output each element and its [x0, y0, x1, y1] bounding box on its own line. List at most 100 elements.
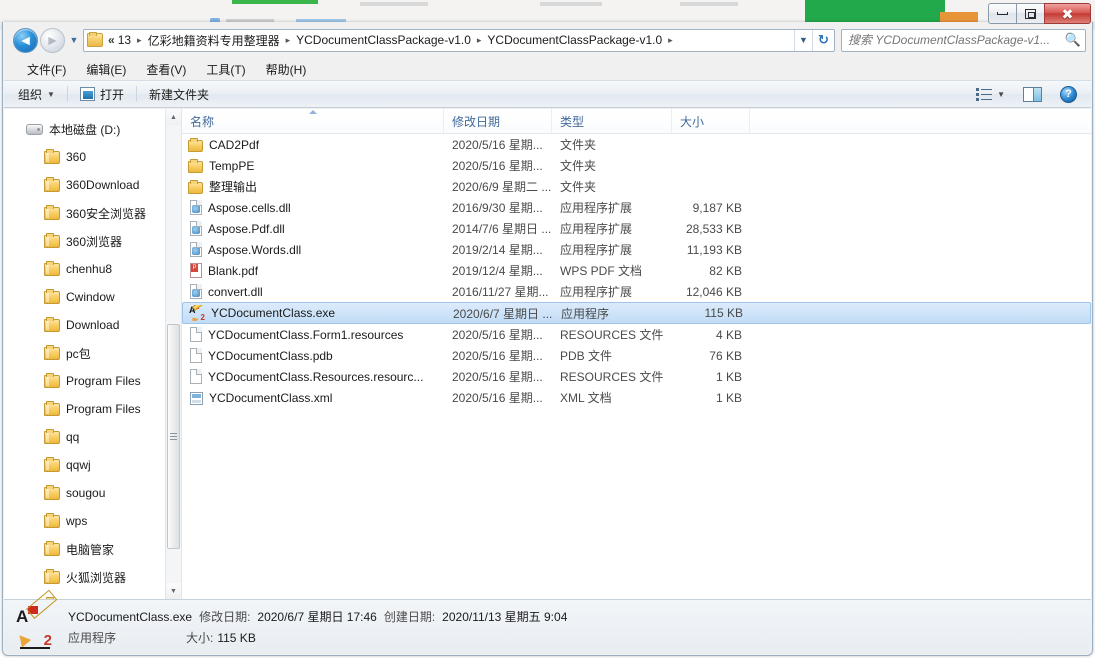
back-button[interactable]: ◄ — [13, 27, 38, 53]
file-type: RESOURCES 文件 — [560, 370, 664, 384]
breadcrumb-separator[interactable]: ▸ — [473, 35, 486, 46]
address-box[interactable]: « 13 ▸ 亿彩地籍资料专用整理器 ▸ YCDocumentClassPack… — [83, 28, 835, 52]
file-type: PDB 文件 — [560, 349, 613, 363]
breadcrumb-item-0[interactable]: 13 — [116, 33, 133, 47]
folder-icon — [44, 260, 60, 276]
menu-item-view[interactable]: 查看(V) — [136, 59, 196, 80]
file-name: 整理输出 — [209, 180, 258, 194]
tree-item-local-disk-d[interactable]: 本地磁盘 (D:) — [4, 115, 165, 143]
folder-tree[interactable]: 本地磁盘 (D:) 360 360Download 360安全浏览器 360浏览… — [4, 109, 165, 599]
tree-item-program-files[interactable]: Program Files — [4, 367, 165, 395]
file-date: 2014/7/6 星期日 ... — [452, 222, 552, 236]
breadcrumb-item-1[interactable]: 亿彩地籍资料专用整理器 — [146, 32, 282, 49]
file-name: CAD2Pdf — [209, 137, 260, 152]
tree-item-pc-manager[interactable]: 电脑管家 — [4, 535, 165, 563]
search-box[interactable]: 🔍 — [841, 28, 1086, 52]
scroll-down-button[interactable]: ▼ — [166, 583, 181, 599]
tree-item-firefox[interactable]: 火狐浏览器 — [4, 563, 165, 591]
breadcrumb-item-2[interactable]: YCDocumentClassPackage-v1.0 — [294, 33, 473, 47]
minimize-button[interactable] — [988, 3, 1017, 24]
preview-pane-button[interactable] — [1015, 84, 1050, 105]
tree-item-sougou[interactable]: sougou — [4, 479, 165, 507]
tree-item-qq[interactable]: qq — [4, 423, 165, 451]
tree-item-qqwj[interactable]: qqwj — [4, 451, 165, 479]
breadcrumb-separator[interactable]: ▸ — [133, 35, 146, 46]
open-button[interactable]: 打开 — [72, 83, 132, 106]
tree-item-pc-bao[interactable]: pc包 — [4, 339, 165, 367]
breadcrumb-item-3[interactable]: YCDocumentClassPackage-v1.0 — [485, 33, 664, 47]
scrollbar-thumb[interactable] — [167, 324, 180, 549]
table-row[interactable]: Aspose.Pdf.dll 2014/7/6 星期日 ... 应用程序扩展 2… — [182, 218, 1091, 239]
tree-item-chenhu8[interactable]: chenhu8 — [4, 255, 165, 283]
table-row[interactable]: convert.dll 2016/11/27 星期... 应用程序扩展 12,0… — [182, 281, 1091, 302]
tree-item-wps[interactable]: wps — [4, 507, 165, 535]
tree-item-meitu[interactable]: 美图秀秀 — [4, 591, 165, 599]
breadcrumb-overflow[interactable]: « — [106, 33, 116, 47]
folder-icon — [188, 179, 203, 194]
dll-icon — [190, 221, 202, 236]
file-type: 应用程序扩展 — [560, 243, 633, 257]
organize-button[interactable]: 组织 ▼ — [10, 83, 63, 106]
table-row[interactable]: Aspose.Words.dll 2019/2/14 星期... 应用程序扩展 … — [182, 239, 1091, 260]
tree-item-label: 360浏览器 — [66, 234, 123, 249]
file-type: 文件夹 — [560, 138, 597, 152]
file-name-cell: convert.dll — [182, 284, 444, 299]
file-type: XML 文档 — [560, 391, 612, 405]
tree-item-360-safe-browser[interactable]: 360安全浏览器 — [4, 199, 165, 227]
tree-item-program-files-2[interactable]: Program Files — [4, 395, 165, 423]
change-view-button[interactable]: ▼ — [968, 84, 1013, 104]
column-header-name[interactable]: 名称 — [182, 109, 444, 133]
folder-icon — [44, 512, 60, 528]
dll-icon — [190, 200, 202, 215]
menu-item-help[interactable]: 帮助(H) — [256, 59, 317, 80]
navigation-pane-scrollbar[interactable]: ▲ ▼ — [165, 109, 181, 599]
forward-button[interactable]: ► — [40, 27, 65, 53]
table-row[interactable]: CAD2Pdf 2020/5/16 星期... 文件夹 — [182, 134, 1091, 155]
menu-item-edit[interactable]: 编辑(E) — [76, 59, 136, 80]
table-row[interactable]: Aspose.cells.dll 2016/9/30 星期... 应用程序扩展 … — [182, 197, 1091, 218]
close-button[interactable]: ✖ — [1044, 3, 1091, 24]
tree-item-360download[interactable]: 360Download — [4, 171, 165, 199]
maximize-button[interactable] — [1016, 3, 1045, 24]
table-row-selected[interactable]: A 2 YCDocumentClass.exe 2020/6/7 星期日 ...… — [182, 302, 1091, 324]
help-button[interactable]: ? — [1052, 83, 1085, 106]
organize-label: 组织 — [18, 87, 43, 102]
window-controls: ✖ — [988, 3, 1091, 24]
menu-item-file[interactable]: 文件(F) — [17, 59, 76, 80]
details-pane: A 2 YCDocumentClass.exe 修改日期: 2020/6/7 星… — [4, 589, 1091, 654]
table-row[interactable]: YCDocumentClass.pdb 2020/5/16 星期... PDB … — [182, 345, 1091, 366]
tree-item-label: wps — [66, 514, 88, 528]
address-dropdown-button[interactable]: ▼ — [794, 29, 812, 51]
chevron-down-icon: ▼ — [47, 89, 55, 99]
new-folder-button[interactable]: 新建文件夹 — [141, 83, 217, 106]
tree-item-cwindow[interactable]: Cwindow — [4, 283, 165, 311]
table-row[interactable]: Blank.pdf 2019/12/4 星期... WPS PDF 文档 82 … — [182, 260, 1091, 281]
tree-item-360[interactable]: 360 — [4, 143, 165, 171]
column-header-type[interactable]: 类型 — [552, 109, 672, 133]
breadcrumb-separator[interactable]: ▸ — [664, 35, 675, 46]
search-input[interactable] — [846, 32, 1065, 48]
file-type: 文件夹 — [560, 180, 597, 194]
column-header-date[interactable]: 修改日期 — [444, 109, 552, 133]
folder-icon — [87, 32, 103, 47]
table-row[interactable]: 整理输出 2020/6/9 星期二 ... 文件夹 — [182, 176, 1091, 197]
table-row[interactable]: YCDocumentClass.xml 2020/5/16 星期... XML … — [182, 387, 1091, 408]
scroll-up-button[interactable]: ▲ — [166, 109, 181, 125]
table-row[interactable]: YCDocumentClass.Form1.resources 2020/5/1… — [182, 324, 1091, 345]
tree-item-label: Program Files — [66, 402, 141, 416]
tree-item-label: sougou — [66, 486, 106, 500]
file-name-cell: Aspose.cells.dll — [182, 200, 444, 215]
column-header-size[interactable]: 大小 — [672, 109, 750, 133]
chevron-down-icon: ▼ — [997, 89, 1005, 99]
recent-locations-button[interactable]: ▼ — [67, 28, 81, 52]
details-size-value: 115 KB — [217, 631, 256, 645]
breadcrumb-separator[interactable]: ▸ — [282, 35, 295, 46]
tree-item-360-browser[interactable]: 360浏览器 — [4, 227, 165, 255]
table-row[interactable]: TempPE 2020/5/16 星期... 文件夹 — [182, 155, 1091, 176]
tree-item-download[interactable]: Download — [4, 311, 165, 339]
file-name-cell: YCDocumentClass.Resources.resourc... — [182, 369, 444, 384]
menu-item-tools[interactable]: 工具(T) — [196, 59, 255, 80]
file-type: 应用程序 — [561, 306, 610, 321]
table-row[interactable]: YCDocumentClass.Resources.resourc... 202… — [182, 366, 1091, 387]
refresh-button[interactable]: ↻ — [812, 29, 834, 51]
